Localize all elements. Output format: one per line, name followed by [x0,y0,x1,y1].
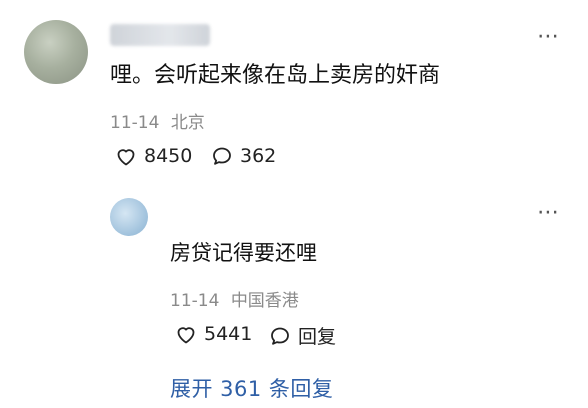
reply-label: 回复 [298,326,337,348]
reply-avatar[interactable] [110,198,148,236]
comment-date: 11-14 [110,113,160,133]
speech-bubble-icon [271,327,289,345]
reply-date: 11-14 [170,291,220,311]
comment-text: 哩。会听起来像在岛上卖房的奸商 [110,63,441,88]
reply-reply-button[interactable]: 回复 [268,322,336,349]
comment-button[interactable]: 362 [210,144,276,168]
reply-like-count: 5441 [204,323,253,345]
reply-count: 362 [240,145,277,167]
commenter-username-blurred[interactable] [110,24,210,46]
comment-location: 北京 [170,113,205,133]
expand-replies-link[interactable]: 展开 361 条回复 [170,373,333,403]
more-options-icon[interactable]: ⋯ [537,24,561,49]
heart-icon [177,327,195,344]
reply-location: 中国香港 [230,291,299,311]
reply-meta: 11-14 中国香港 [170,286,299,311]
reply-more-options-icon[interactable]: ⋯ [537,200,561,225]
commenter-avatar[interactable] [24,20,88,84]
like-button[interactable]: 8450 [114,144,192,168]
like-count: 8450 [144,145,193,167]
heart-icon [117,149,135,166]
reply-like-button[interactable]: 5441 [174,322,252,346]
comment-meta: 11-14 北京 [110,108,205,133]
speech-bubble-icon [213,147,231,165]
reply-text: 房贷记得要还哩 [170,241,317,265]
